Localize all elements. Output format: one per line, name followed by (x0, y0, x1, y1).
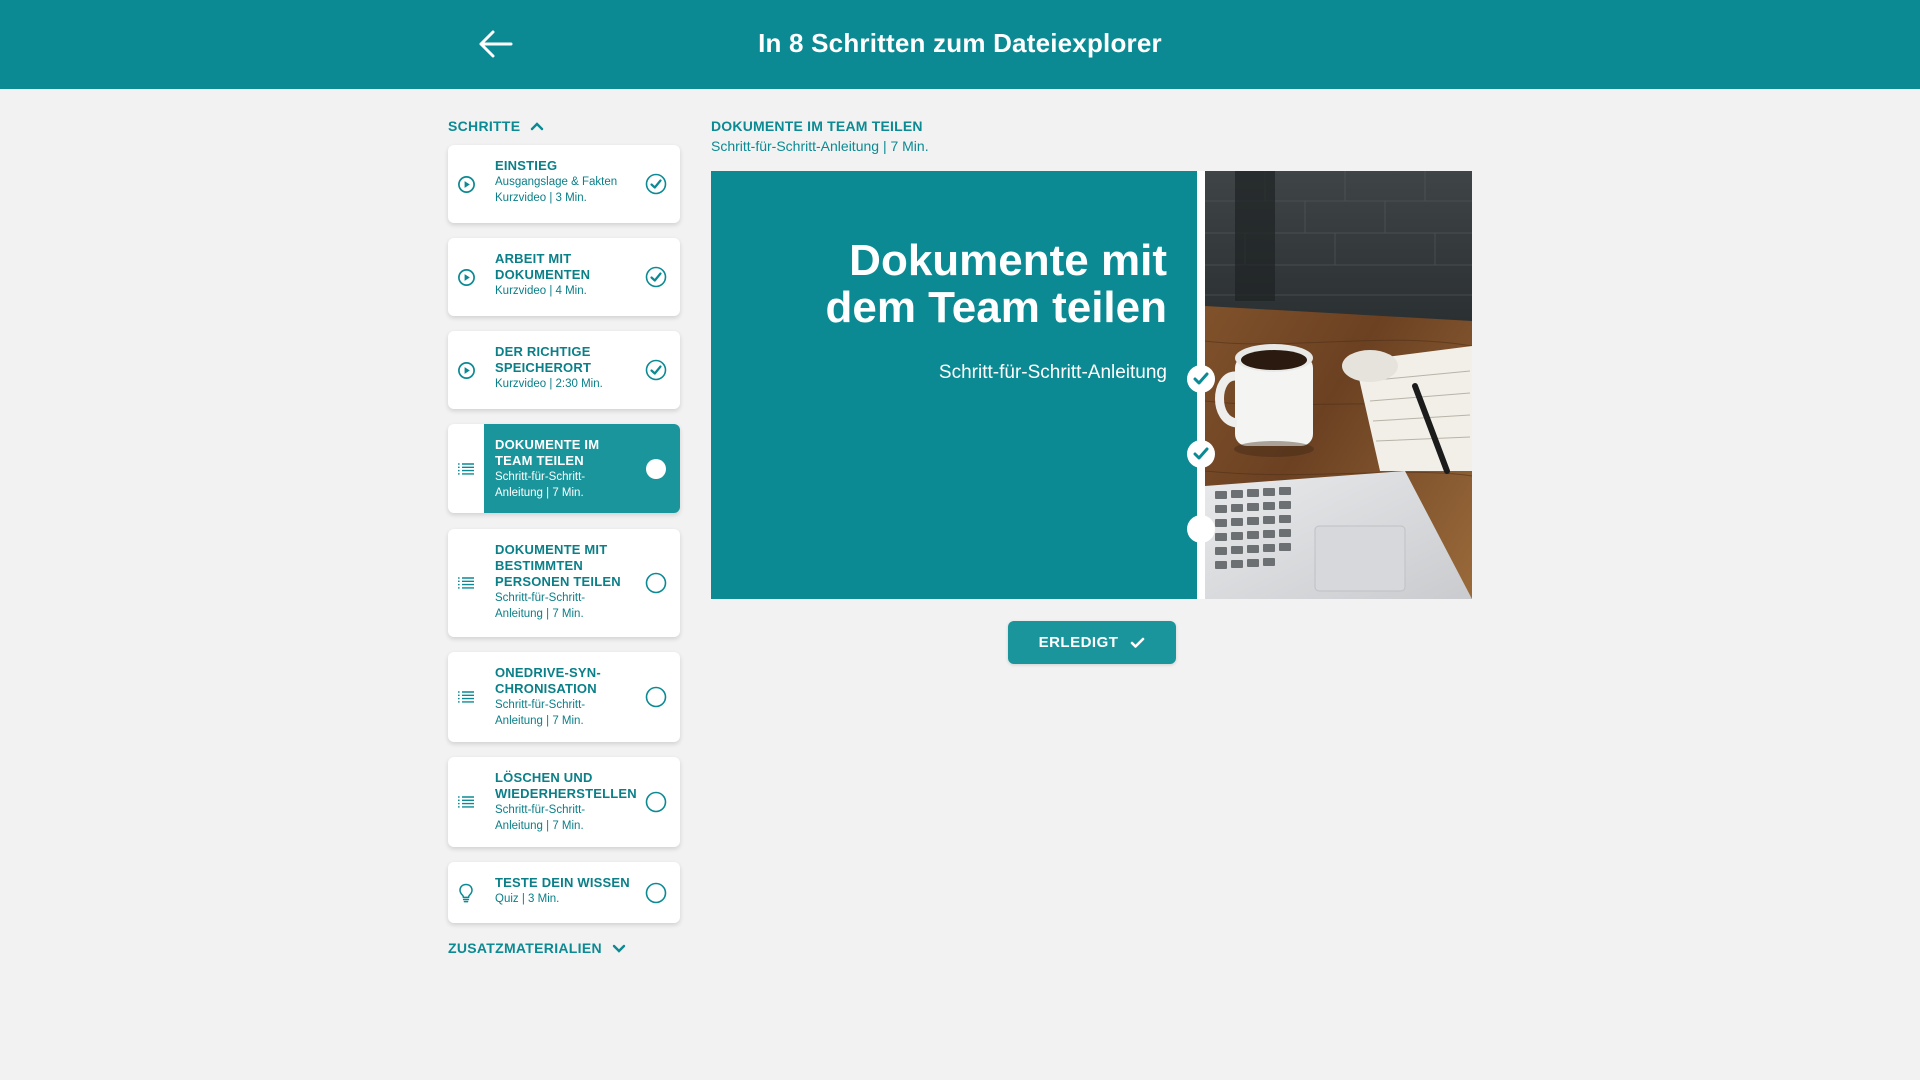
page-title: In 8 Schritten zum Dateiexplorer (758, 28, 1162, 58)
steps-section-toggle[interactable]: SCHRITTE (448, 118, 544, 134)
step-item-einstieg[interactable]: EINSTIEG Ausgangslage & Fakten Kurzvideo… (448, 145, 680, 223)
empty-circle-icon (645, 791, 667, 813)
empty-circle-icon (645, 686, 667, 708)
active-dot-icon (645, 458, 667, 480)
step-item-arbeit-mit-dokumenten[interactable]: ARBEIT MIT DOKUMENTEN Kurzvideo | 4 Min. (448, 238, 680, 316)
done-button-label: ERLEDIGT (1038, 634, 1119, 651)
check-circle-icon (645, 359, 667, 381)
header-bar: In 8 Schritten zum Dateiexplorer (0, 0, 1920, 89)
step-subtitle: Schritt-für-Schritt-Anleitung | 7 Min. (495, 592, 586, 620)
timeline-check-icon (1187, 440, 1215, 468)
content-title: DOKUMENTE IM TEAM TEILEN (711, 118, 923, 134)
step-title: DOKUMENTE IM TEAM TEILEN (495, 437, 600, 468)
step-item-loeschen-und-wiederherstellen[interactable]: LÖSCHEN UND WIEDERHERSTELLEN Schritt-für… (448, 757, 680, 847)
chevron-down-icon (612, 944, 626, 953)
step-title: EINSTIEG (495, 158, 558, 173)
step-title: DER RICHTIGE SPEICHERORT (495, 344, 592, 375)
step-subtitle: Kurzvideo | 2:30 Min. (495, 378, 603, 390)
step-item-onedrive-synchronisation[interactable]: ONEDRIVE-SYN-CHRONISATION Schritt-für-Sc… (448, 652, 680, 742)
lightbulb-icon (456, 883, 476, 903)
hero-subtitle: Schritt-für-Schritt-Anleitung (938, 362, 1167, 383)
step-item-dokumente-mit-bestimmten-personen-teilen[interactable]: DOKUMENTE MIT BESTIMMTEN PERSONEN TEILEN… (448, 529, 680, 637)
step-item-der-richtige-speicherort[interactable]: DER RICHTIGE SPEICHERORT Kurzvideo | 2:3… (448, 331, 680, 409)
play-circle-icon (456, 360, 476, 380)
list-icon (456, 573, 476, 593)
step-subtitle: Quiz | 3 Min. (495, 893, 560, 905)
hero-title: Dokumente mit dem Team teilen (825, 236, 1167, 332)
list-icon (456, 459, 476, 479)
step-subtitle: Schritt-für-Schritt-Anleitung | 7 Min. (495, 804, 586, 832)
timeline-dot-icon (1187, 515, 1215, 543)
steps-heading: SCHRITTE (448, 118, 521, 134)
list-icon (456, 792, 476, 812)
step-subtitle: Schritt-für-Schritt-Anleitung | 7 Min. (495, 699, 586, 727)
content-subtitle: Schritt-für-Schritt-Anleitung | 7 Min. (711, 138, 929, 154)
done-button[interactable]: ERLEDIGT (1008, 621, 1176, 664)
extras-section-toggle[interactable]: ZUSATZMATERIALIEN (448, 940, 626, 956)
play-circle-icon (456, 174, 476, 194)
step-title: TESTE DEIN WISSEN (495, 875, 630, 890)
step-title: LÖSCHEN UND WIEDERHERSTELLEN (495, 770, 637, 801)
desk-photo-illustration (1204, 171, 1472, 599)
chevron-up-icon (531, 122, 544, 131)
check-circle-icon (645, 266, 667, 288)
extras-heading: ZUSATZMATERIALIEN (448, 940, 602, 956)
check-icon (1131, 637, 1145, 648)
play-circle-icon (456, 267, 476, 287)
step-title: ONEDRIVE-SYN-CHRONISATION (495, 665, 601, 696)
empty-circle-icon (645, 882, 667, 904)
step-title: DOKUMENTE MIT BESTIMMTEN PERSONEN TEILEN (495, 542, 621, 589)
empty-circle-icon (645, 572, 667, 594)
step-subtitle: Ausgangslage & Fakten (495, 176, 618, 188)
step-item-teste-dein-wissen[interactable]: TESTE DEIN WISSEN Quiz | 3 Min. (448, 862, 680, 923)
check-circle-icon (645, 173, 667, 195)
step-subtitle: Kurzvideo | 3 Min. (495, 192, 587, 204)
step-title: ARBEIT MIT DOKUMENTEN (495, 251, 591, 282)
list-icon (456, 687, 476, 707)
step-subtitle: Kurzvideo | 4 Min. (495, 285, 587, 297)
hero-photo (1204, 171, 1472, 599)
timeline-check-icon (1187, 365, 1215, 393)
step-subtitle: Schritt-für-Schritt-Anleitung | 7 Min. (495, 471, 586, 499)
hero-banner: Dokumente mit dem Team teilen Schritt-fü… (711, 171, 1472, 599)
step-item-dokumente-im-team-teilen[interactable]: DOKUMENTE IM TEAM TEILEN Schritt-für-Sch… (448, 424, 680, 513)
